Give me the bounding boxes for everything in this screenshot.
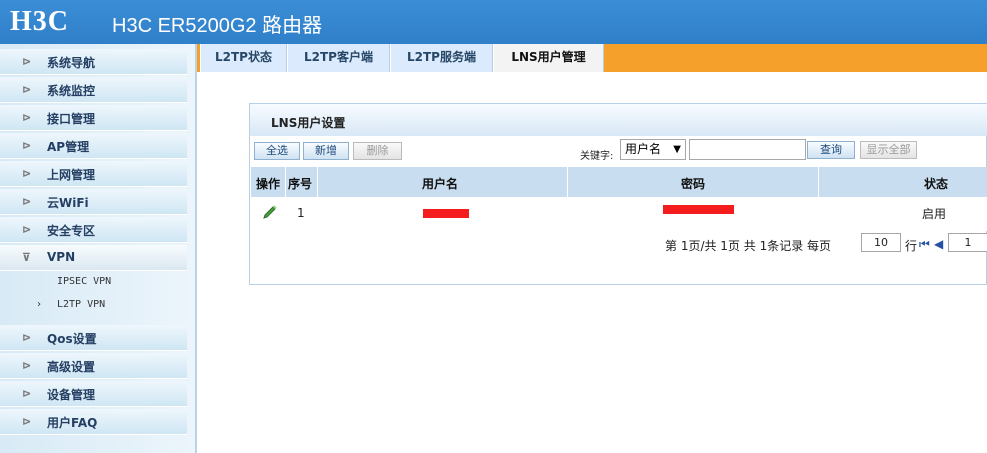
redacted-username — [423, 209, 469, 218]
brand-logo: H3C — [10, 6, 69, 37]
tab-bar: L2TP状态 L2TP客户端 L2TP服务端 LNS用户管理 — [197, 44, 987, 72]
search-button[interactable]: 查询 — [807, 141, 855, 159]
product-title: H3C ER5200G2 路由器 — [112, 15, 323, 37]
sidebar-item-internet[interactable]: ⊳ 上网管理 — [0, 161, 187, 187]
sidebar-item-monitor[interactable]: ⊳ 系统监控 — [0, 77, 187, 103]
sidebar-item-system-nav[interactable]: ⊳ 系统导航 — [0, 49, 187, 75]
tab-l2tp-client[interactable]: L2TP客户端 — [287, 44, 390, 72]
sidebar-item-cloud-wifi[interactable]: ⊳ 云WiFi — [0, 189, 187, 215]
sidebar-item-advanced[interactable]: ⊳ 高级设置 — [0, 353, 187, 379]
keyword-search-input[interactable] — [689, 139, 806, 160]
row-status: 启用 — [922, 207, 947, 221]
first-page-icon[interactable]: ⏮ — [919, 237, 930, 252]
chevron-right-icon: ⊳ — [22, 387, 32, 400]
tab-l2tp-server[interactable]: L2TP服务端 — [390, 44, 493, 72]
sidebar-subitem-l2tp-vpn[interactable]: › L2TP VPN — [0, 295, 187, 317]
per-page-input[interactable]: 10 — [861, 233, 901, 252]
header-username: 用户名 — [422, 177, 459, 191]
table-row[interactable]: 1 启用 — [251, 197, 987, 231]
edit-icon[interactable] — [262, 203, 278, 219]
chevron-right-icon: ⊳ — [22, 415, 32, 428]
sidebar-item-vpn[interactable]: ⊽ VPN — [0, 245, 187, 271]
delete-button[interactable]: 删除 — [353, 142, 402, 160]
keyword-label: 关键字: — [580, 151, 614, 162]
sidebar-item-security[interactable]: ⊳ 安全专区 — [0, 217, 187, 243]
header-password: 密码 — [681, 177, 706, 191]
redacted-password — [663, 205, 734, 214]
chevron-right-icon: ⊳ — [22, 331, 32, 344]
panel-title: LNS用户设置 — [250, 104, 987, 136]
chevron-down-icon: ⊽ — [22, 251, 31, 264]
tab-l2tp-status[interactable]: L2TP状态 — [200, 44, 287, 72]
sidebar: ⊳ 系统导航 ⊳ 系统监控 ⊳ 接口管理 ⊳ AP管理 ⊳ 上网管理 ⊳ 云WiFi ⊳ 安全… — [0, 44, 197, 453]
show-all-button[interactable]: 显示全部 — [860, 141, 917, 159]
keyword-field-select[interactable]: 用户名 ▼ — [620, 139, 686, 160]
chevron-right-icon: ⊳ — [22, 111, 32, 124]
header-action: 操作 — [256, 177, 281, 191]
row-index: 1 — [297, 206, 305, 220]
sidebar-item-faq[interactable]: ⊳ 用户FAQ — [0, 409, 187, 435]
sidebar-item-device[interactable]: ⊳ 设备管理 — [0, 381, 187, 407]
chevron-right-icon: ⊳ — [22, 223, 32, 236]
lns-user-panel: LNS用户设置 全选 新增 删除 关键字: 用户名 ▼ 查询 显示全部 操作 序号… — [249, 103, 987, 285]
chevron-right-icon: ⊳ — [22, 195, 32, 208]
pager: 第 1页/共 1页 共 1条记录 每页 10 行 ⏮ ◀ 1 — [665, 233, 987, 254]
add-button[interactable]: 新增 — [303, 142, 349, 160]
chevron-right-icon: ⊳ — [22, 167, 32, 180]
chevron-right-icon: ⊳ — [22, 359, 32, 372]
row-label: 行 — [905, 239, 918, 253]
header-bar: H3C H3C ER5200G2 路由器 — [0, 0, 987, 44]
chevron-right-icon: ⊳ — [22, 139, 32, 152]
tab-lns-user-management[interactable]: LNS用户管理 — [493, 44, 604, 72]
chevron-right-icon: › — [36, 299, 43, 310]
chevron-right-icon: ⊳ — [22, 55, 32, 68]
sidebar-item-qos[interactable]: ⊳ Qos设置 — [0, 325, 187, 351]
previous-page-icon[interactable]: ◀ — [934, 237, 943, 251]
sidebar-item-interface[interactable]: ⊳ 接口管理 — [0, 105, 187, 131]
chevron-right-icon: ⊳ — [22, 83, 32, 96]
sidebar-subitem-ipsec-vpn[interactable]: IPSEC VPN — [0, 272, 187, 294]
header-index: 序号 — [288, 177, 313, 191]
pager-summary: 第 1页/共 1页 共 1条记录 每页 — [665, 239, 832, 253]
header-status: 状态 — [924, 177, 949, 191]
select-all-button[interactable]: 全选 — [254, 142, 300, 160]
dropdown-arrow-icon: ▼ — [673, 144, 681, 155]
table-header: 操作 序号 用户名 密码 状态 — [251, 167, 987, 197]
page-number-input[interactable]: 1 — [948, 233, 987, 252]
sidebar-item-ap[interactable]: ⊳ AP管理 — [0, 133, 187, 159]
